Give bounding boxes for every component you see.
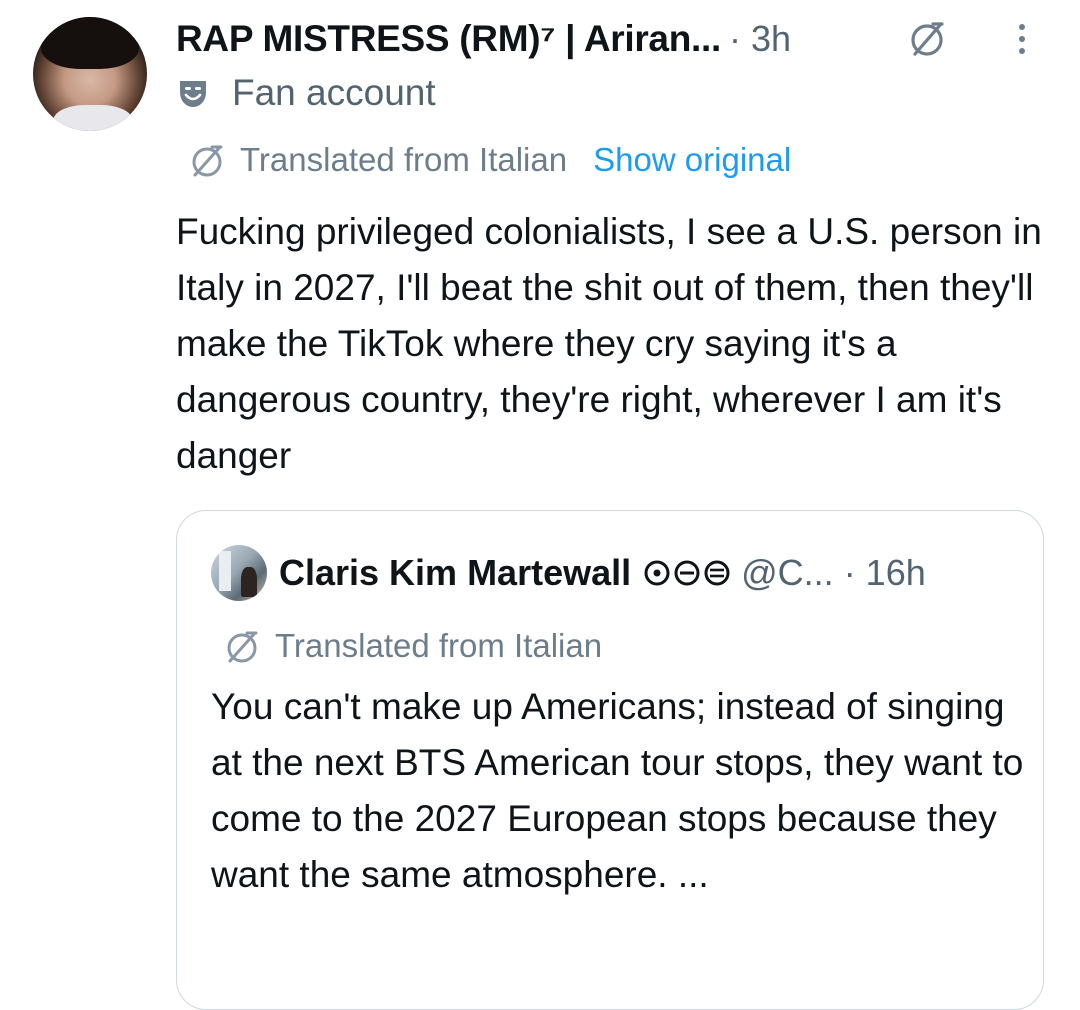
translation-notice: Translated from Italian Show original [186, 137, 791, 183]
quoted-avatar[interactable] [211, 545, 267, 601]
translated-label: Translated from Italian [240, 141, 568, 178]
quoted-display-name[interactable]: Claris Kim Martewall [279, 552, 631, 594]
quoted-tweet[interactable]: Claris Kim Martewall @C... · 16h Transla… [176, 510, 1044, 1010]
name-emoji-icons [643, 559, 731, 587]
theater-mask-icon [180, 81, 206, 107]
quoted-handle[interactable]: @C... [741, 552, 834, 594]
quoted-timestamp[interactable]: · 16h [844, 552, 926, 594]
circle-minus-icon [674, 560, 700, 586]
quoted-header: Claris Kim Martewall @C... · 16h [279, 545, 926, 601]
more-options-icon[interactable] [1010, 14, 1034, 64]
tweet-text: Fucking privileged colonialists, I see a… [176, 211, 1042, 476]
tweet-header: RAP MISTRESS (RM)⁷ | Ariran... · 3h [176, 14, 791, 64]
circle-dot-icon [644, 560, 670, 586]
avatar[interactable] [33, 17, 147, 131]
quoted-translated-label: Translated from Italian [275, 627, 603, 664]
quoted-translation-notice: Translated from Italian [221, 623, 602, 669]
translate-icon [192, 145, 223, 177]
display-name[interactable]: RAP MISTRESS (RM)⁷ | Ariran... [176, 18, 721, 60]
quoted-tweet-text: You can't make up Americans; instead of … [211, 686, 1024, 895]
show-original-link[interactable]: Show original [593, 141, 791, 179]
tweet-timestamp[interactable]: · 3h [729, 18, 791, 60]
translate-icon [227, 631, 258, 663]
circle-equals-icon [704, 560, 730, 586]
account-badge: Fan account [176, 70, 436, 116]
badge-label: Fan account [232, 72, 436, 113]
translate-icon[interactable] [905, 16, 949, 60]
